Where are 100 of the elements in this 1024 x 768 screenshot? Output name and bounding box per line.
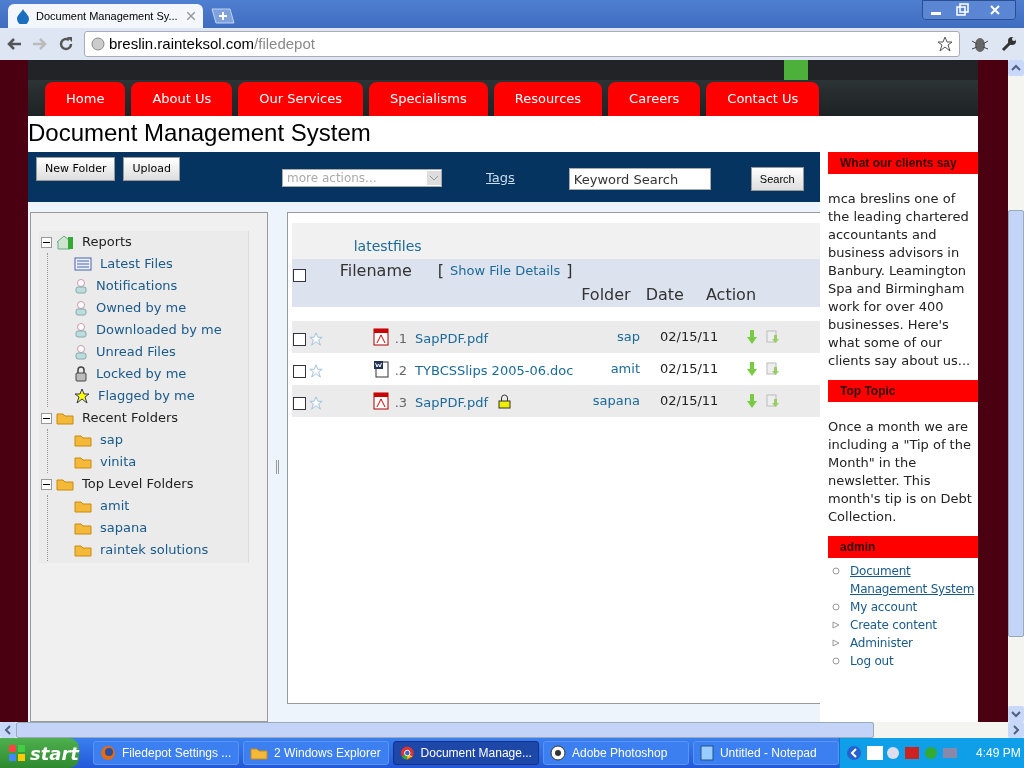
- start-button[interactable]: start: [0, 738, 79, 768]
- toolbar-button[interactable]: New Folder: [36, 157, 116, 181]
- taskbar-button[interactable]: Document Manage...: [392, 741, 539, 765]
- nav-tab[interactable]: Contact Us: [706, 82, 820, 116]
- checkbox[interactable]: [292, 364, 306, 378]
- tree-item[interactable]: Owned by me: [96, 298, 187, 318]
- triangle-bullet-icon: [832, 639, 840, 647]
- sidebar-link[interactable]: Create content: [850, 616, 937, 634]
- folder-icon: [74, 433, 92, 447]
- toolbar-button[interactable]: Upload: [123, 157, 181, 181]
- tree-item[interactable]: Reports: [82, 232, 132, 252]
- checkbox[interactable]: [292, 268, 306, 282]
- star-icon[interactable]: [308, 332, 323, 346]
- date-cell-text: 02/15/11: [660, 392, 720, 411]
- collapse-icon[interactable]: [41, 236, 52, 248]
- tree-item[interactable]: amit: [100, 496, 130, 516]
- minimize-icon[interactable]: [923, 1, 949, 19]
- close-icon[interactable]: [975, 1, 1015, 19]
- collapse-icon[interactable]: [41, 412, 52, 424]
- checkbox[interactable]: [292, 396, 306, 410]
- date-cell-text: 02/15/11: [660, 328, 720, 347]
- folder-icon: [56, 411, 74, 425]
- scrollbar-thumb[interactable]: [16, 722, 874, 738]
- sidebar-link[interactable]: Administer: [850, 634, 913, 652]
- nav-tab[interactable]: Our Services: [238, 82, 364, 116]
- folder-link[interactable]: sap: [617, 327, 640, 347]
- back-icon[interactable]: [6, 37, 22, 51]
- reload-icon[interactable]: [58, 36, 74, 52]
- nav-tab[interactable]: Specialisms: [369, 82, 488, 116]
- star-icon: [74, 388, 90, 404]
- taskbar-button[interactable]: 2 Windows Explorer: [242, 741, 389, 765]
- tree-item[interactable]: Recent Folders: [82, 408, 178, 428]
- file-link[interactable]: SapPDF.pdf: [415, 393, 488, 413]
- splitter-handle[interactable]: [275, 460, 279, 474]
- firefox-icon: [99, 745, 116, 761]
- column-header: Action: [705, 284, 757, 306]
- wrench-icon[interactable]: [1000, 35, 1018, 53]
- nav-tab[interactable]: Home: [45, 82, 126, 116]
- nav-tab[interactable]: Resources: [493, 82, 603, 116]
- scroll-up-icon[interactable]: [1008, 60, 1024, 76]
- person-icon: [74, 300, 88, 316]
- address-field[interactable]: breslin.rainteksol.com/filedepot: [84, 31, 960, 57]
- bracket-left: [: [437, 260, 445, 282]
- block-title: Top Topic: [828, 380, 978, 402]
- row-index: .2: [394, 362, 408, 381]
- taskbar-button[interactable]: Adobe Photoshop: [542, 741, 689, 765]
- search-button[interactable]: Search: [750, 167, 804, 191]
- scroll-left-icon[interactable]: [0, 722, 16, 738]
- tree-item[interactable]: Downloaded by me: [96, 320, 222, 340]
- block-title: admin: [828, 536, 978, 558]
- star-icon[interactable]: [937, 36, 953, 52]
- scroll-right-icon[interactable]: [1008, 722, 1024, 738]
- page-title: Document Management System: [28, 118, 372, 148]
- tree-item[interactable]: Locked by me: [96, 364, 187, 384]
- person-icon: [74, 278, 88, 294]
- triangle-bullet-icon: [832, 621, 840, 629]
- tags-link[interactable]: Tags: [486, 168, 515, 188]
- lock-icon: [498, 393, 511, 409]
- folder-link[interactable]: amit: [610, 359, 640, 379]
- search-field[interactable]: Keyword Search: [568, 168, 711, 190]
- collapse-icon[interactable]: [41, 478, 52, 490]
- nav-tab[interactable]: Careers: [608, 82, 701, 116]
- tree-item[interactable]: Notifications: [96, 276, 178, 296]
- sidebar-link[interactable]: My account: [850, 598, 918, 616]
- tree-item[interactable]: Unread Files: [96, 342, 176, 362]
- block-title: What our clients say: [828, 152, 978, 174]
- sidebar-link[interactable]: Log out: [850, 652, 894, 670]
- bug-icon[interactable]: [970, 35, 990, 53]
- folder-icon: [56, 477, 74, 491]
- tree-item[interactable]: Flagged by me: [98, 386, 195, 406]
- list-icon: [74, 257, 92, 271]
- checkbox[interactable]: [292, 332, 306, 346]
- chrome-icon: [399, 745, 415, 761]
- star-icon[interactable]: [308, 364, 323, 378]
- star-icon[interactable]: [308, 396, 323, 410]
- tree-item[interactable]: raintek solutions: [100, 540, 209, 560]
- file-link[interactable]: TYBCSSlips 2005-06.doc: [415, 361, 574, 381]
- tree-item[interactable]: sapana: [100, 518, 148, 538]
- tree-item[interactable]: Latest Files: [100, 254, 173, 274]
- column-header: Folder: [580, 284, 631, 306]
- show-details-link[interactable]: Show File Details: [450, 261, 561, 281]
- taskbar-button[interactable]: Untitled - Notepad: [692, 741, 839, 765]
- row-index: .1: [394, 330, 408, 349]
- house-icon: [56, 234, 74, 250]
- scroll-down-icon[interactable]: [1008, 706, 1024, 722]
- nav-tab[interactable]: About Us: [131, 82, 233, 116]
- tree-item[interactable]: sap: [100, 430, 123, 450]
- file-link[interactable]: SapPDF.pdf: [415, 329, 488, 349]
- person-icon: [74, 322, 88, 338]
- sidebar-link[interactable]: Document Management System: [850, 562, 978, 598]
- close-icon[interactable]: [187, 12, 195, 20]
- person-icon: [74, 344, 88, 360]
- tree-item[interactable]: vinita: [100, 452, 137, 472]
- folder-link[interactable]: sapana: [592, 391, 640, 411]
- browser-tab[interactable]: Document Management Sy...: [8, 4, 203, 28]
- scrollbar-thumb[interactable]: [1008, 210, 1024, 637]
- drop-logo-icon: [16, 8, 30, 24]
- new-tab-icon[interactable]: [209, 8, 235, 24]
- taskbar-button[interactable]: Filedepot Settings ...: [92, 741, 239, 765]
- tree-item[interactable]: Top Level Folders: [82, 474, 194, 494]
